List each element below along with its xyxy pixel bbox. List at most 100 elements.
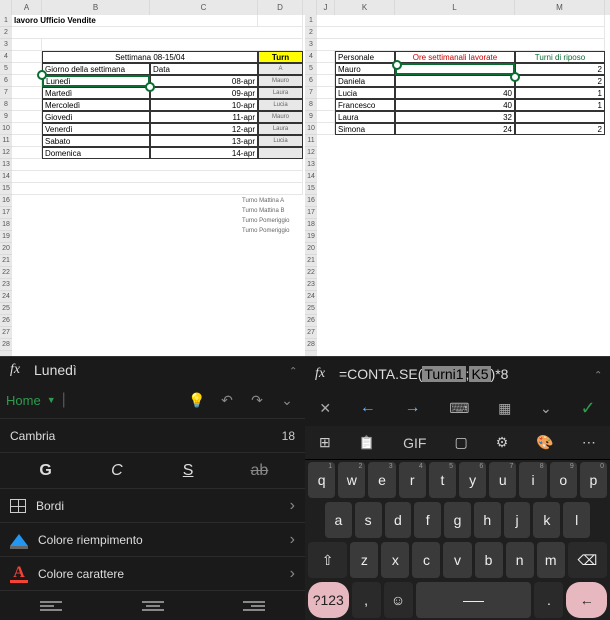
table-row: Venerdì12-aprLaura (12, 123, 305, 135)
close-icon[interactable]: ✕ (319, 400, 331, 417)
numeric-key[interactable]: ?123 (308, 582, 349, 618)
key-i[interactable]: i8 (519, 462, 546, 498)
tab-home[interactable]: Home (6, 393, 41, 408)
font-name[interactable]: Cambria (10, 429, 282, 443)
table-row: Simona242 (317, 123, 610, 135)
col-riposo[interactable]: Turni di riposo (515, 51, 605, 63)
arrow-right-icon[interactable]: → (404, 399, 420, 417)
col-person[interactable]: A (258, 63, 303, 75)
key-u[interactable]: u7 (489, 462, 516, 498)
key-h[interactable]: h (474, 502, 501, 538)
settings-icon[interactable]: ⚙ (496, 434, 509, 451)
sticker-icon[interactable]: ▢ (454, 434, 467, 451)
table-row: Daniela2 (317, 75, 610, 87)
formula-bar[interactable]: fx =CONTA.SE(Turni1;K5)*8 ⌄ (305, 356, 610, 390)
col-date[interactable]: Data (150, 63, 258, 75)
key-c[interactable]: c (412, 542, 440, 578)
key-m[interactable]: m (537, 542, 565, 578)
backspace-key[interactable]: ⌫ (568, 542, 607, 578)
key-k[interactable]: k (533, 502, 560, 538)
spreadsheet-left[interactable]: A B C D 12345 678910 1112131415 16171819… (0, 0, 305, 356)
key-y[interactable]: y6 (459, 462, 486, 498)
italic-button[interactable]: C (97, 462, 137, 480)
grid-icon[interactable]: ⊞ (319, 434, 331, 451)
key-b[interactable]: b (475, 542, 503, 578)
grid-right[interactable]: Personale Ore settimanali lavorate Turni… (317, 15, 610, 356)
font-size[interactable]: 18 (282, 429, 295, 443)
key-r[interactable]: r4 (399, 462, 426, 498)
align-center-button[interactable] (102, 591, 204, 620)
chevron-down-icon[interactable]: ⌄ (540, 400, 552, 417)
expand-icon[interactable]: ⌄ (281, 364, 305, 375)
selection-handle[interactable] (37, 70, 47, 80)
enter-key[interactable]: ← (566, 582, 607, 618)
note: Turno Pomeriggio (242, 218, 289, 224)
grid-left[interactable]: lavoro Ufficio Vendite Settimana 08-15/0… (12, 15, 305, 356)
clipboard-icon[interactable]: 📋 (359, 435, 375, 451)
selection-handle[interactable] (145, 82, 155, 92)
check-icon[interactable]: ✓ (580, 398, 595, 419)
chevron-down-icon[interactable]: ⌄ (275, 392, 299, 409)
key-w[interactable]: w2 (338, 462, 365, 498)
arrow-left-icon[interactable]: ← (360, 399, 376, 417)
emoji-key[interactable]: ☺ (384, 582, 413, 618)
key-s[interactable]: s (355, 502, 382, 538)
formula-bar[interactable]: fx Lunedì ⌄ (0, 356, 305, 382)
chevron-down-icon[interactable]: ▼ (47, 395, 56, 405)
redo-icon[interactable]: ↷ (245, 392, 269, 409)
table-row: Mercoledì10-aprLucia (12, 99, 305, 111)
table-row: Lunedì08-aprMauro (12, 75, 305, 87)
key-j[interactable]: j (504, 502, 531, 538)
font-row[interactable]: Cambria 18 (0, 418, 305, 452)
keyboard-icon[interactable]: ⌨ (449, 400, 469, 417)
shift-key[interactable]: ⇧ (308, 542, 347, 578)
key-t[interactable]: t5 (429, 462, 456, 498)
font-color-icon: A (10, 564, 28, 583)
bold-button[interactable]: G (26, 462, 66, 480)
key-l[interactable]: l (563, 502, 590, 538)
key-o[interactable]: o9 (550, 462, 577, 498)
align-left-button[interactable] (0, 591, 102, 620)
strike-button[interactable]: ab (239, 462, 279, 480)
key-e[interactable]: e3 (368, 462, 395, 498)
key-n[interactable]: n (506, 542, 534, 578)
gif-button[interactable]: GIF (403, 435, 426, 451)
lightbulb-icon[interactable]: 💡 (185, 392, 209, 409)
key-f[interactable]: f (414, 502, 441, 538)
key-g[interactable]: g (444, 502, 471, 538)
grid-icon[interactable]: ▦ (498, 400, 511, 417)
week-header[interactable]: Settimana 08-15/04 (42, 51, 258, 63)
font-color-row[interactable]: A Colore carattere › (0, 556, 305, 590)
key-p[interactable]: p0 (580, 462, 607, 498)
align-right-button[interactable] (203, 591, 305, 620)
key-q[interactable]: q1 (308, 462, 335, 498)
fx-value[interactable]: Lunedì (30, 362, 281, 378)
key-d[interactable]: d (385, 502, 412, 538)
palette-icon[interactable]: 🎨 (536, 434, 553, 451)
selection-handle[interactable] (392, 60, 402, 70)
key-x[interactable]: x (381, 542, 409, 578)
space-key[interactable]: ⎯⎯⎯ (416, 582, 532, 618)
key-z[interactable]: z (350, 542, 378, 578)
col-day[interactable]: Giorno della settimana (42, 63, 150, 75)
selection-handle[interactable] (510, 72, 520, 82)
comma-key[interactable]: , (352, 582, 381, 618)
align-row (0, 590, 305, 620)
formula-toolbar: ✕ ← → ⌨ ▦ ⌄ ✓ (305, 390, 610, 426)
more-icon[interactable]: ⋯ (582, 434, 596, 451)
spreadsheet-right[interactable]: J K L M 12345 678910 1112131415 16171819… (305, 0, 610, 356)
ribbon: Home ▼ | 💡 ↶ ↷ ⌄ Cambria 18 G C S ab Bor… (0, 382, 305, 620)
period-key[interactable]: . (534, 582, 563, 618)
expand-icon[interactable]: ⌄ (586, 368, 610, 379)
turn-header[interactable]: Turn (258, 51, 303, 63)
key-v[interactable]: v (443, 542, 471, 578)
title-cell[interactable]: lavoro Ufficio Vendite (12, 15, 258, 27)
fill-color-row[interactable]: Colore riempimento › (0, 522, 305, 556)
fx-value[interactable]: =CONTA.SE(Turni1;K5)*8 (335, 366, 586, 382)
undo-icon[interactable]: ↶ (215, 392, 239, 409)
borders-row[interactable]: Bordi › (0, 488, 305, 522)
col-personale[interactable]: Personale (335, 51, 395, 63)
col-ore[interactable]: Ore settimanali lavorate (395, 51, 515, 63)
underline-button[interactable]: S (168, 462, 208, 480)
key-a[interactable]: a (325, 502, 352, 538)
